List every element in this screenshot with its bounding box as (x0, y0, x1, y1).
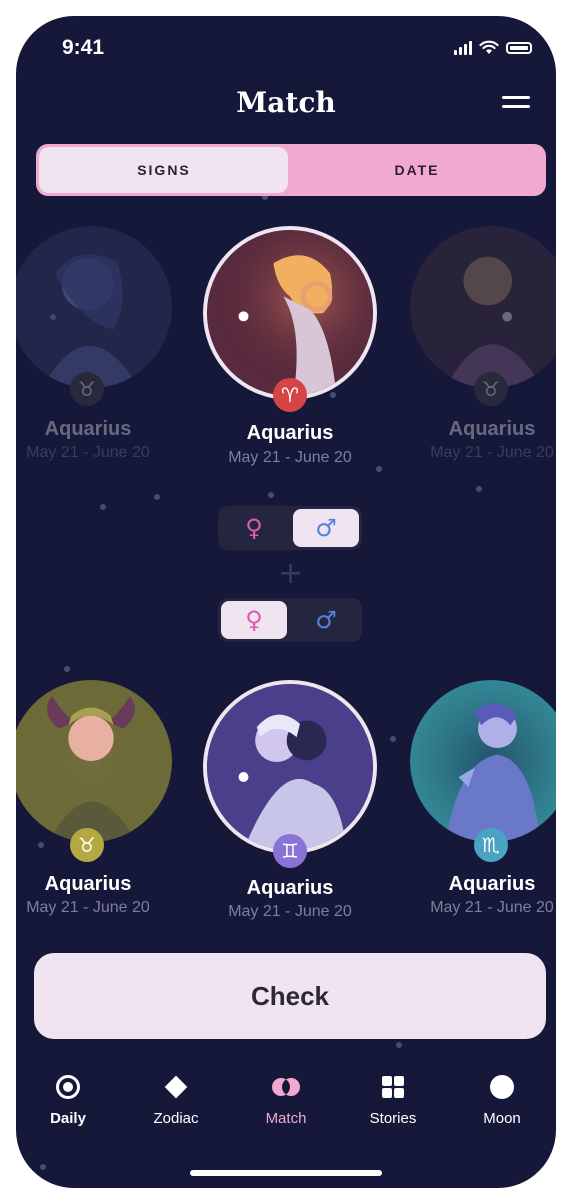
male-icon[interactable]: ♂ (290, 598, 362, 642)
star-dot (396, 1042, 402, 1048)
page-title: Match (236, 86, 336, 119)
gemini-badge-icon: ♊ (273, 834, 307, 868)
star-dot (390, 736, 396, 742)
star-dot (40, 1164, 46, 1170)
sign-name: Aquarius (44, 418, 132, 440)
sign-dates: May 21 - June 20 (26, 444, 150, 461)
sign-dates: May 21 - June 20 (228, 449, 352, 466)
aries-badge-icon: ♈ (273, 378, 307, 412)
target-icon (56, 1075, 80, 1099)
female-icon[interactable]: ♀ (218, 506, 290, 550)
scorpio-badge-icon: ♏ (474, 828, 508, 862)
nav-label: Match (265, 1110, 307, 1127)
taurus-badge-icon: ♉ (474, 372, 508, 406)
female-icon[interactable]: ♀ (218, 598, 290, 642)
taurus-badge-icon: ♉ (70, 372, 104, 406)
wifi-icon (479, 40, 499, 54)
scorpio-avatar (410, 680, 556, 842)
nav-label: Stories (369, 1110, 417, 1127)
hamburger-menu-icon[interactable] (502, 96, 530, 110)
sign-dates: May 21 - June 20 (26, 899, 150, 916)
check-button[interactable]: Check (34, 953, 546, 1039)
mode-segmented-control: SIGNS DATE (36, 144, 546, 196)
moon-icon (490, 1075, 514, 1099)
sign-name: Aquarius (246, 422, 334, 444)
sign-dates: May 21 - June 20 (228, 903, 352, 920)
nav-item-moon[interactable]: Moon (452, 1070, 552, 1127)
nav-label: Moon (483, 1110, 521, 1127)
battery-icon (506, 41, 532, 54)
sign-name: Aquarius (44, 873, 132, 895)
sign-dates: May 21 - June 20 (430, 899, 554, 916)
grid-icon (382, 1076, 404, 1098)
sign-name: Aquarius (448, 873, 536, 895)
nav-item-match[interactable]: Match (236, 1070, 336, 1127)
taurus-avatar (16, 680, 172, 842)
status-time: 9:41 (62, 36, 105, 59)
star-dot (154, 494, 160, 500)
sign-name: Aquarius (448, 418, 536, 440)
segment-date[interactable]: DATE (292, 144, 542, 196)
home-indicator[interactable] (190, 1170, 382, 1176)
star-dot (38, 842, 44, 848)
phone-screen: 9:41 Match SIGNS DATE ♉ Aquarius May 21 … (16, 16, 556, 1188)
status-bar: 9:41 (16, 36, 556, 60)
cellular-signal-icon (454, 40, 472, 55)
nav-item-stories[interactable]: Stories (343, 1070, 443, 1127)
gemini-avatar (203, 680, 377, 854)
nav-label: Zodiac (153, 1110, 199, 1127)
gender-toggle-top: ♀ ♂ (218, 506, 362, 550)
sign-dates: May 21 - June 20 (430, 444, 554, 461)
male-icon[interactable]: ♂ (290, 506, 362, 550)
plus-icon: + (278, 556, 304, 591)
star-dot (476, 486, 482, 492)
segment-signs[interactable]: SIGNS (39, 144, 289, 196)
diamond-icon (164, 1075, 188, 1099)
sign-avatar (16, 226, 172, 388)
sign-name: Aquarius (246, 877, 334, 899)
star-dot (100, 504, 106, 510)
bottom-nav: Daily Zodiac Match Stories Moon (16, 1070, 556, 1140)
star-dot (64, 666, 70, 672)
star-dot (268, 492, 274, 498)
nav-item-daily[interactable]: Daily (18, 1070, 118, 1127)
star-dot (330, 392, 336, 398)
nav-label: Daily (50, 1110, 86, 1127)
taurus-badge-icon: ♉ (70, 828, 104, 862)
gender-toggle-bottom: ♀ ♂ (218, 598, 362, 642)
sign-avatar (410, 226, 556, 388)
match-icon (272, 1078, 300, 1096)
aries-avatar (203, 226, 377, 400)
nav-item-zodiac[interactable]: Zodiac (126, 1070, 226, 1127)
